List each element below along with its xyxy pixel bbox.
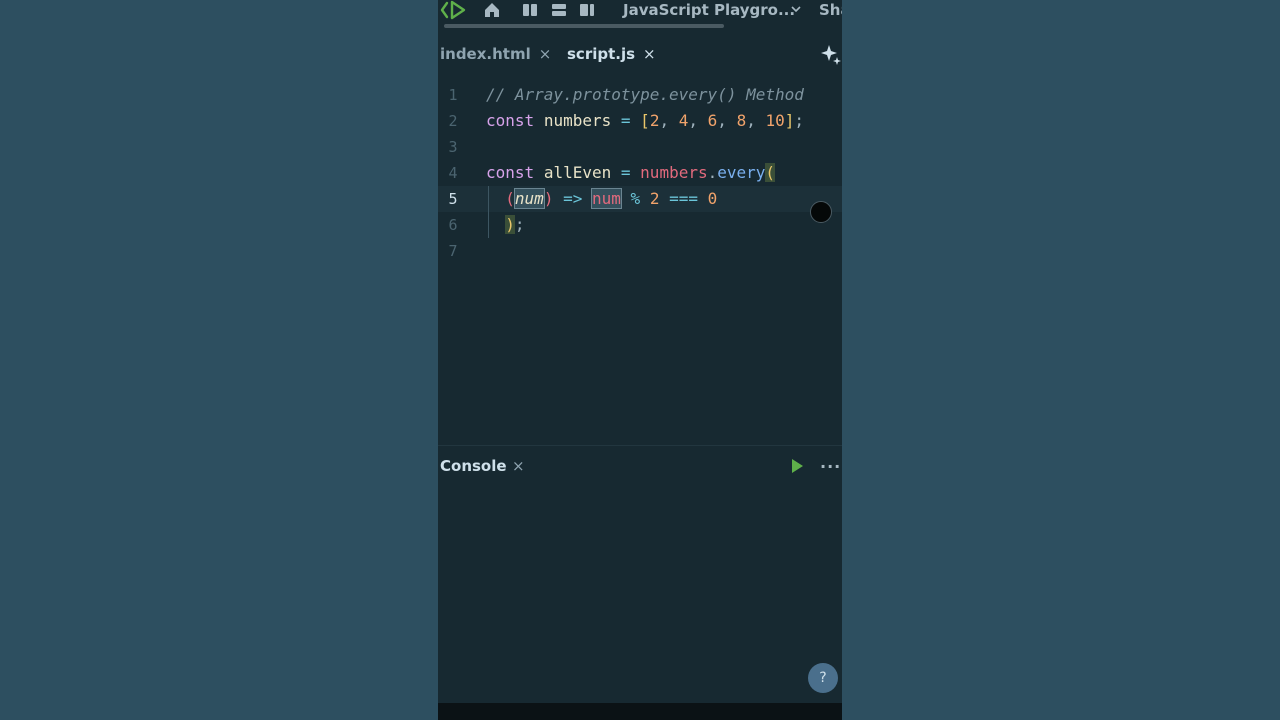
home-icon[interactable] — [483, 1, 501, 19]
indent-guide — [488, 186, 489, 238]
code-text: ); — [486, 212, 525, 238]
punctuation: , — [688, 111, 699, 130]
tab-index-html[interactable]: index.html × — [440, 42, 551, 66]
tab-scrollbar[interactable] — [444, 24, 724, 28]
bracket: ( — [765, 163, 776, 182]
number-literal: 2 — [649, 111, 660, 130]
keyword: const — [486, 163, 535, 182]
panel-layout-icon[interactable] — [522, 3, 538, 17]
line-number: 3 — [448, 138, 458, 156]
punctuation: . — [707, 163, 718, 182]
number-literal: 6 — [707, 111, 718, 130]
method-name: every — [717, 163, 766, 182]
console-title[interactable]: Console — [440, 455, 507, 477]
code-text: (num) => num % 2 === 0 — [486, 186, 717, 212]
code-line: 7 — [438, 238, 842, 264]
close-icon[interactable]: × — [643, 45, 656, 63]
share-button[interactable]: Sha — [819, 0, 842, 20]
more-icon[interactable]: ··· — [820, 457, 841, 476]
identifier: numbers — [543, 111, 612, 130]
code-editor[interactable]: 1 // Array.prototype.every() Method 2 co… — [438, 82, 842, 442]
code-text: // Array.prototype.every() Method — [486, 82, 804, 108]
number-literal: 4 — [678, 111, 689, 130]
tab-label: index.html — [440, 45, 531, 63]
bottom-bar — [438, 703, 842, 720]
close-icon[interactable]: × — [539, 45, 552, 63]
code-line: 3 — [438, 134, 842, 160]
operator: = — [620, 163, 631, 182]
line-number: 5 — [448, 190, 458, 208]
panel-layout-icon[interactable] — [579, 3, 595, 17]
keyword: const — [486, 111, 535, 130]
line-number: 6 — [448, 216, 458, 234]
code-text: const numbers = [2, 4, 6, 8, 10]; — [486, 108, 804, 134]
sparkle-icon[interactable] — [819, 43, 841, 65]
play-icon[interactable] — [790, 458, 804, 474]
tab-label: script.js — [567, 45, 636, 63]
identifier: numbers — [640, 163, 708, 182]
line-number: 4 — [448, 164, 458, 182]
punctuation: , — [659, 111, 670, 130]
help-icon[interactable]: ? — [808, 663, 838, 693]
line-number: 7 — [448, 242, 458, 260]
panel-layout-icon[interactable] — [551, 3, 567, 17]
tab-script-js[interactable]: script.js × — [567, 42, 656, 66]
top-bar: JavaScript Playgro... Sha — [438, 0, 842, 22]
chevron-down-icon[interactable] — [790, 4, 802, 14]
app-window: JavaScript Playgro... Sha index.html × sc… — [438, 0, 842, 720]
number-literal: 8 — [736, 111, 747, 130]
touch-pointer-icon — [810, 201, 832, 223]
code-line: 6 ); — [438, 212, 842, 238]
code-text: const allEven = numbers.every( — [486, 160, 776, 186]
number-literal: 2 — [649, 189, 660, 208]
line-number: 1 — [448, 86, 458, 104]
number-literal: 0 — [707, 189, 718, 208]
bracket: ( — [505, 189, 515, 208]
codepen-logo-icon[interactable] — [440, 0, 466, 20]
bracket: ] — [784, 111, 795, 130]
comment: // Array.prototype.every() Method — [486, 85, 804, 104]
code-line: 4 const allEven = numbers.every( — [438, 160, 842, 186]
operator: === — [669, 189, 699, 208]
bracket: [ — [640, 111, 650, 130]
punctuation: ; — [514, 215, 525, 234]
operator: = — [620, 111, 631, 130]
punctuation: ; — [794, 111, 805, 130]
close-icon[interactable]: × — [512, 455, 525, 477]
bracket: ) — [543, 189, 554, 208]
code-line: 1 // Array.prototype.every() Method — [438, 82, 842, 108]
number-literal: 10 — [765, 111, 785, 130]
punctuation: , — [746, 111, 756, 130]
parameter: num — [513, 188, 545, 209]
bracket: ) — [505, 215, 515, 234]
code-line-active: 5 (num) => num % 2 === 0 — [438, 186, 842, 212]
operator: => — [563, 189, 583, 208]
code-line: 2 const numbers = [2, 4, 6, 8, 10]; — [438, 108, 842, 134]
operator: % — [630, 189, 641, 208]
panel-divider[interactable] — [438, 445, 842, 446]
project-title[interactable]: JavaScript Playgro... — [623, 0, 795, 20]
identifier: allEven — [543, 163, 612, 182]
identifier: num — [591, 188, 622, 209]
punctuation: , — [717, 111, 727, 130]
line-number: 2 — [448, 112, 458, 130]
